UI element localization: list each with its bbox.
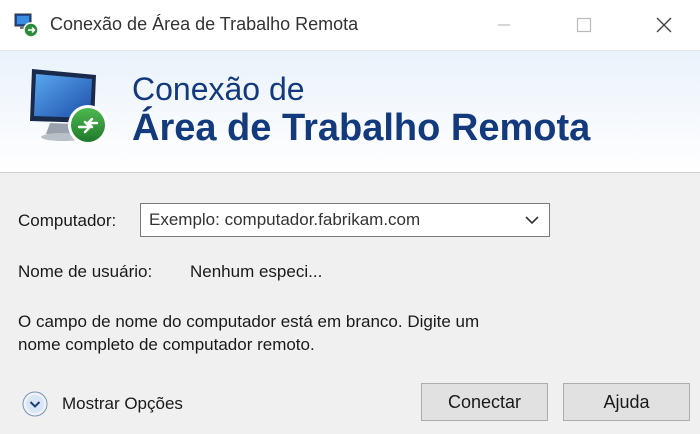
computer-label: Computador: [18, 211, 117, 230]
show-options-label: Mostrar Opções [62, 394, 183, 413]
minimize-icon [498, 24, 510, 26]
maximize-icon [576, 17, 592, 33]
expand-circle-icon [22, 391, 48, 417]
connect-button[interactable]: Conectar [421, 383, 548, 421]
banner-title-line1: Conexão de [132, 71, 305, 107]
validation-message-line1: O campo de nome do computador está em br… [18, 312, 480, 331]
rdp-window: Conexão de Área de Trabalho Remota Conex… [0, 0, 700, 434]
title-bar[interactable]: Conexão de Área de Trabalho Remota [0, 0, 700, 51]
computer-input[interactable] [141, 204, 511, 236]
help-button[interactable]: Ajuda [563, 383, 690, 421]
header-banner: Conexão de Área de Trabalho Remota [0, 51, 700, 173]
close-icon [656, 17, 672, 33]
validation-message-line2: nome completo de computador remoto. [18, 335, 315, 354]
chevron-down-icon [525, 216, 539, 224]
show-options-toggle[interactable]: Mostrar Opções [22, 390, 183, 418]
username-value: Nenhum especi... [190, 262, 323, 281]
remote-desktop-monitor-icon [24, 61, 120, 157]
computer-combobox[interactable] [140, 203, 550, 237]
maximize-button[interactable] [556, 0, 612, 50]
username-label: Nome de usuário: [18, 262, 153, 281]
validation-message: O campo de nome do computador está em br… [18, 310, 538, 356]
remote-desktop-app-icon [14, 12, 40, 38]
combobox-dropdown-button[interactable] [515, 204, 549, 236]
close-button[interactable] [636, 0, 692, 50]
minimize-button[interactable] [476, 0, 532, 50]
banner-title-line2: Área de Trabalho Remota [132, 107, 591, 149]
window-title: Conexão de Área de Trabalho Remota [50, 14, 359, 34]
